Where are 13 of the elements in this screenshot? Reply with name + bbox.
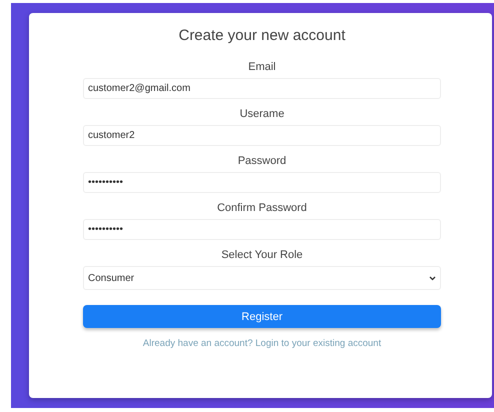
input-field[interactable]: customer2@gmail.com <box>83 78 441 99</box>
form-title: Create your new account <box>178 27 346 44</box>
field-label: Confirm Password <box>217 202 307 214</box>
field-label: Password <box>238 155 286 167</box>
input-field[interactable]: customer2 <box>83 125 441 146</box>
input-field[interactable]: •••••••••• <box>83 219 441 240</box>
field-label: Userame <box>240 108 284 120</box>
register-button[interactable]: Register <box>83 305 441 328</box>
chevron-down-icon <box>429 276 436 280</box>
field-label: Select Your Role <box>221 249 303 261</box>
field-label: Email <box>248 61 276 73</box>
input-field[interactable]: •••••••••• <box>83 172 441 193</box>
role-dropdown[interactable]: Consumer <box>83 266 441 290</box>
